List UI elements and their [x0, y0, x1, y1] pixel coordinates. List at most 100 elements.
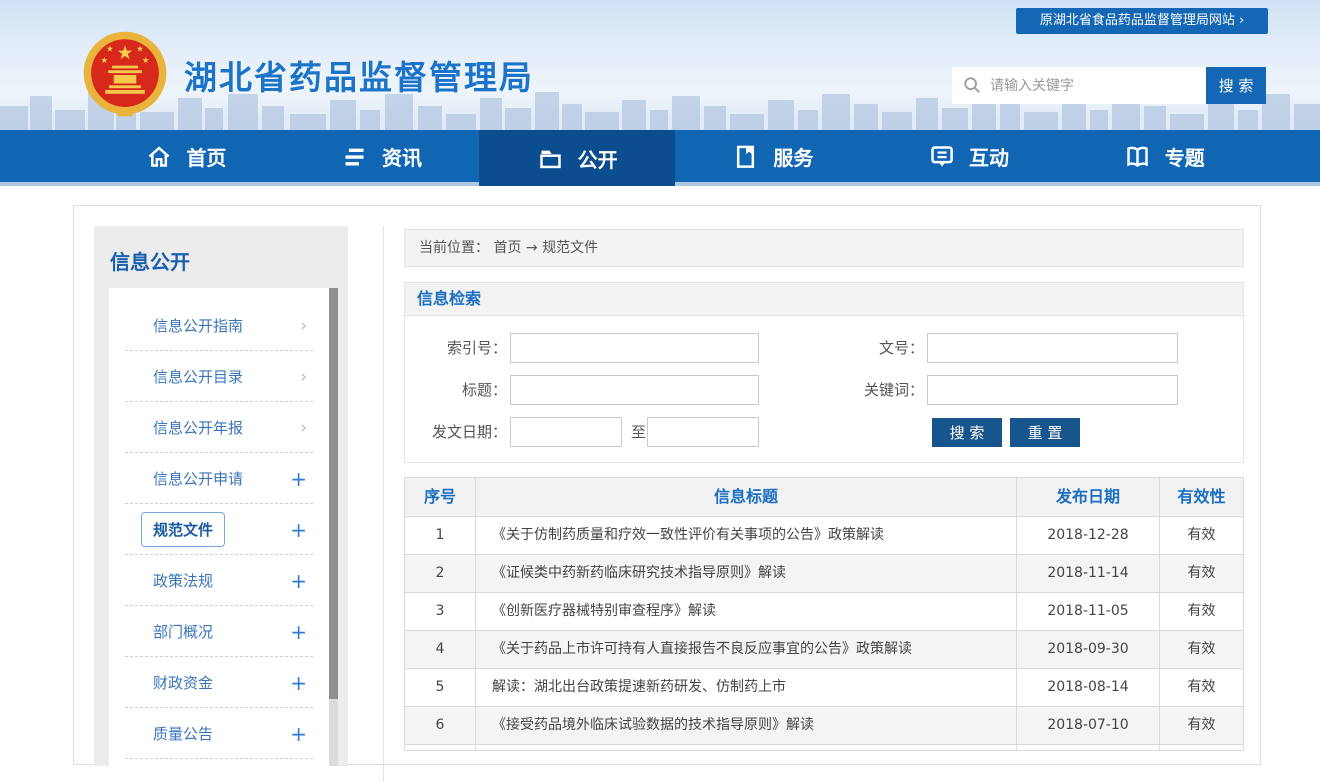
nav-item-services[interactable]: 服务 [675, 130, 871, 182]
site-logo-link[interactable]: ★ ★ ★ ★ ★ 湖北省药品监督管理局 [78, 28, 534, 122]
info-search-form: 索引号： 文号： 标题： 关键词： 发文日期： 至 搜 索 重 置 [404, 316, 1244, 463]
row-no: 3 [405, 593, 475, 630]
row-date: 2018-07-10 [1016, 707, 1159, 744]
site-title: 湖北省药品监督管理局 [184, 51, 534, 99]
sidebar-item-normative-documents[interactable]: 规范文件 + [109, 504, 329, 555]
row-title-link[interactable]: 《创新医疗器械特别审查程序》解读 [475, 593, 1016, 630]
old-site-link-button[interactable]: 原湖北省食品药品监督管理局网站 › [1016, 8, 1268, 34]
row-title-link[interactable]: 《证候类中药新药临床研究技术指导原则》解读 [475, 555, 1016, 592]
row-title-link[interactable]: 《关于仿制药质量和疗效一致性评价有关事项的公告》政策解读 [475, 517, 1016, 554]
row-validity: 有效 [1159, 555, 1243, 592]
col-header-valid: 有效性 [1159, 478, 1243, 516]
svg-text:★: ★ [142, 55, 150, 65]
col-header-date: 发布日期 [1016, 478, 1159, 516]
main-nav-inner: 首页 资讯 公开 服务 [88, 130, 1262, 182]
search-input[interactable] [952, 67, 1206, 104]
main-container: 信息公开 信息公开指南 › 信息公开目录 › 信息公开年报 › 信息公开申请 +… [73, 205, 1261, 765]
pub-date-from-field[interactable] [510, 417, 622, 447]
nav-item-interaction[interactable]: 互动 [871, 130, 1067, 182]
nav-label: 首页 [186, 142, 226, 171]
svg-text:★: ★ [117, 43, 134, 64]
plus-icon: + [290, 620, 307, 644]
row-no: 1 [405, 517, 475, 554]
row-no: 4 [405, 631, 475, 668]
title-field[interactable] [510, 375, 759, 405]
nav-label: 公开 [578, 144, 618, 173]
sidebar-item-policies[interactable]: 政策法规 + [109, 555, 329, 606]
row-validity: 有效 [1159, 593, 1243, 630]
row-title-link[interactable]: 解读：湖北出台政策提速新药研发、仿制药上市 [475, 669, 1016, 706]
table-row: 2 《证候类中药新药临床研究技术指导原则》解读 2018-11-14 有效 [405, 554, 1243, 592]
breadcrumb-current[interactable]: 规范文件 [542, 240, 598, 256]
open-book-icon [1124, 143, 1151, 170]
sidebar-item-label: 财政资金 [153, 672, 213, 693]
nav-label: 服务 [773, 142, 813, 171]
row-title-link[interactable]: 《关于药品上市许可持有人直接报告不良反应事宜的公告》政策解读 [475, 631, 1016, 668]
nav-item-topics[interactable]: 专题 [1066, 130, 1262, 182]
plus-icon: + [290, 569, 307, 593]
sidebar-item-label: 部门概况 [153, 621, 213, 642]
sidebar-scrollbar-thumb[interactable] [329, 288, 338, 699]
folder-icon [537, 145, 564, 172]
sidebar-item-quality-announcements[interactable]: 质量公告 + [109, 708, 329, 759]
doc-no-field[interactable] [927, 333, 1178, 363]
row-date: 2018-09-30 [1016, 631, 1159, 668]
sidebar-item-label: 信息公开目录 [153, 366, 243, 387]
breadcrumb: 当前位置： 首页 → 规范文件 [404, 229, 1244, 267]
table-row: 5 解读：湖北出台政策提速新药研发、仿制药上市 2018-08-14 有效 [405, 668, 1243, 706]
breadcrumb-home-link[interactable]: 首页 [493, 240, 521, 256]
chevron-right-icon: › [300, 418, 307, 438]
row-date: 2018-11-05 [1016, 593, 1159, 630]
col-header-no: 序号 [405, 478, 475, 516]
plus-icon: + [290, 467, 307, 491]
sidebar-item-catalog[interactable]: 信息公开目录 › [109, 351, 329, 402]
sidebar-item-application[interactable]: 信息公开申请 + [109, 453, 329, 504]
plus-icon: + [290, 722, 307, 746]
sidebar-item-guide[interactable]: 信息公开指南 › [109, 300, 329, 351]
row-title-link[interactable]: 《接受药品境外临床试验数据的技术指导原则》解读 [475, 707, 1016, 744]
table-header-row: 序号 信息标题 发布日期 有效性 [405, 478, 1243, 516]
index-no-field[interactable] [510, 333, 759, 363]
sidebar-item-label: 信息公开申请 [153, 468, 243, 489]
site-header: ★ ★ ★ ★ ★ 湖北省药品监督管理局 原湖北省食品药品监督管理局网站 › [0, 0, 1320, 130]
svg-text:★: ★ [106, 44, 114, 54]
row-validity: 有效 [1159, 669, 1243, 706]
form-search-button[interactable]: 搜 索 [932, 418, 1002, 447]
svg-text:★: ★ [136, 44, 144, 54]
news-lines-icon [341, 143, 368, 170]
header-search-bar: 搜 索 [952, 67, 1266, 104]
row-no: 5 [405, 669, 475, 706]
sidebar-item-annual-report[interactable]: 信息公开年报 › [109, 402, 329, 453]
search-input-wrap [952, 67, 1206, 104]
breadcrumb-prefix: 当前位置： [419, 240, 489, 256]
documents-table: 序号 信息标题 发布日期 有效性 1 《关于仿制药质量和疗效一致性评价有关事项的… [404, 477, 1244, 751]
sidebar-content-divider [383, 226, 384, 782]
bookmark-page-icon [732, 143, 759, 170]
date-to-label: 至 [631, 417, 646, 447]
table-row-partial [405, 744, 1243, 750]
svg-text:★: ★ [101, 55, 109, 65]
search-button[interactable]: 搜 索 [1206, 67, 1266, 104]
nav-item-home[interactable]: 首页 [88, 130, 284, 182]
nav-item-public[interactable]: 公开 [479, 130, 675, 186]
sidebar-item-label: 信息公开指南 [153, 315, 243, 336]
chevron-right-icon: › [300, 367, 307, 387]
main-nav: 首页 资讯 公开 服务 [0, 130, 1320, 186]
table-row: 4 《关于药品上市许可持有人直接报告不良反应事宜的公告》政策解读 2018-09… [405, 630, 1243, 668]
sidebar-item-label: 规范文件 [141, 512, 225, 547]
row-date: 2018-11-14 [1016, 555, 1159, 592]
row-no: 2 [405, 555, 475, 592]
nav-label: 资讯 [382, 142, 422, 171]
col-header-title: 信息标题 [475, 478, 1016, 516]
pub-date-label: 发文日期： [405, 417, 507, 447]
nav-label: 互动 [969, 142, 1009, 171]
sidebar-title: 信息公开 [94, 226, 348, 275]
keyword-field[interactable] [927, 375, 1178, 405]
form-reset-button[interactable]: 重 置 [1010, 418, 1080, 447]
sidebar-item-department-overview[interactable]: 部门概况 + [109, 606, 329, 657]
sidebar-item-fiscal-funds[interactable]: 财政资金 + [109, 657, 329, 708]
nav-item-news[interactable]: 资讯 [284, 130, 480, 182]
info-search-panel: 信息检索 索引号： 文号： 标题： 关键词： 发文日期： 至 搜 索 重 置 [404, 282, 1244, 463]
pub-date-to-field[interactable] [647, 417, 759, 447]
sidebar-item-label: 质量公告 [153, 723, 213, 744]
